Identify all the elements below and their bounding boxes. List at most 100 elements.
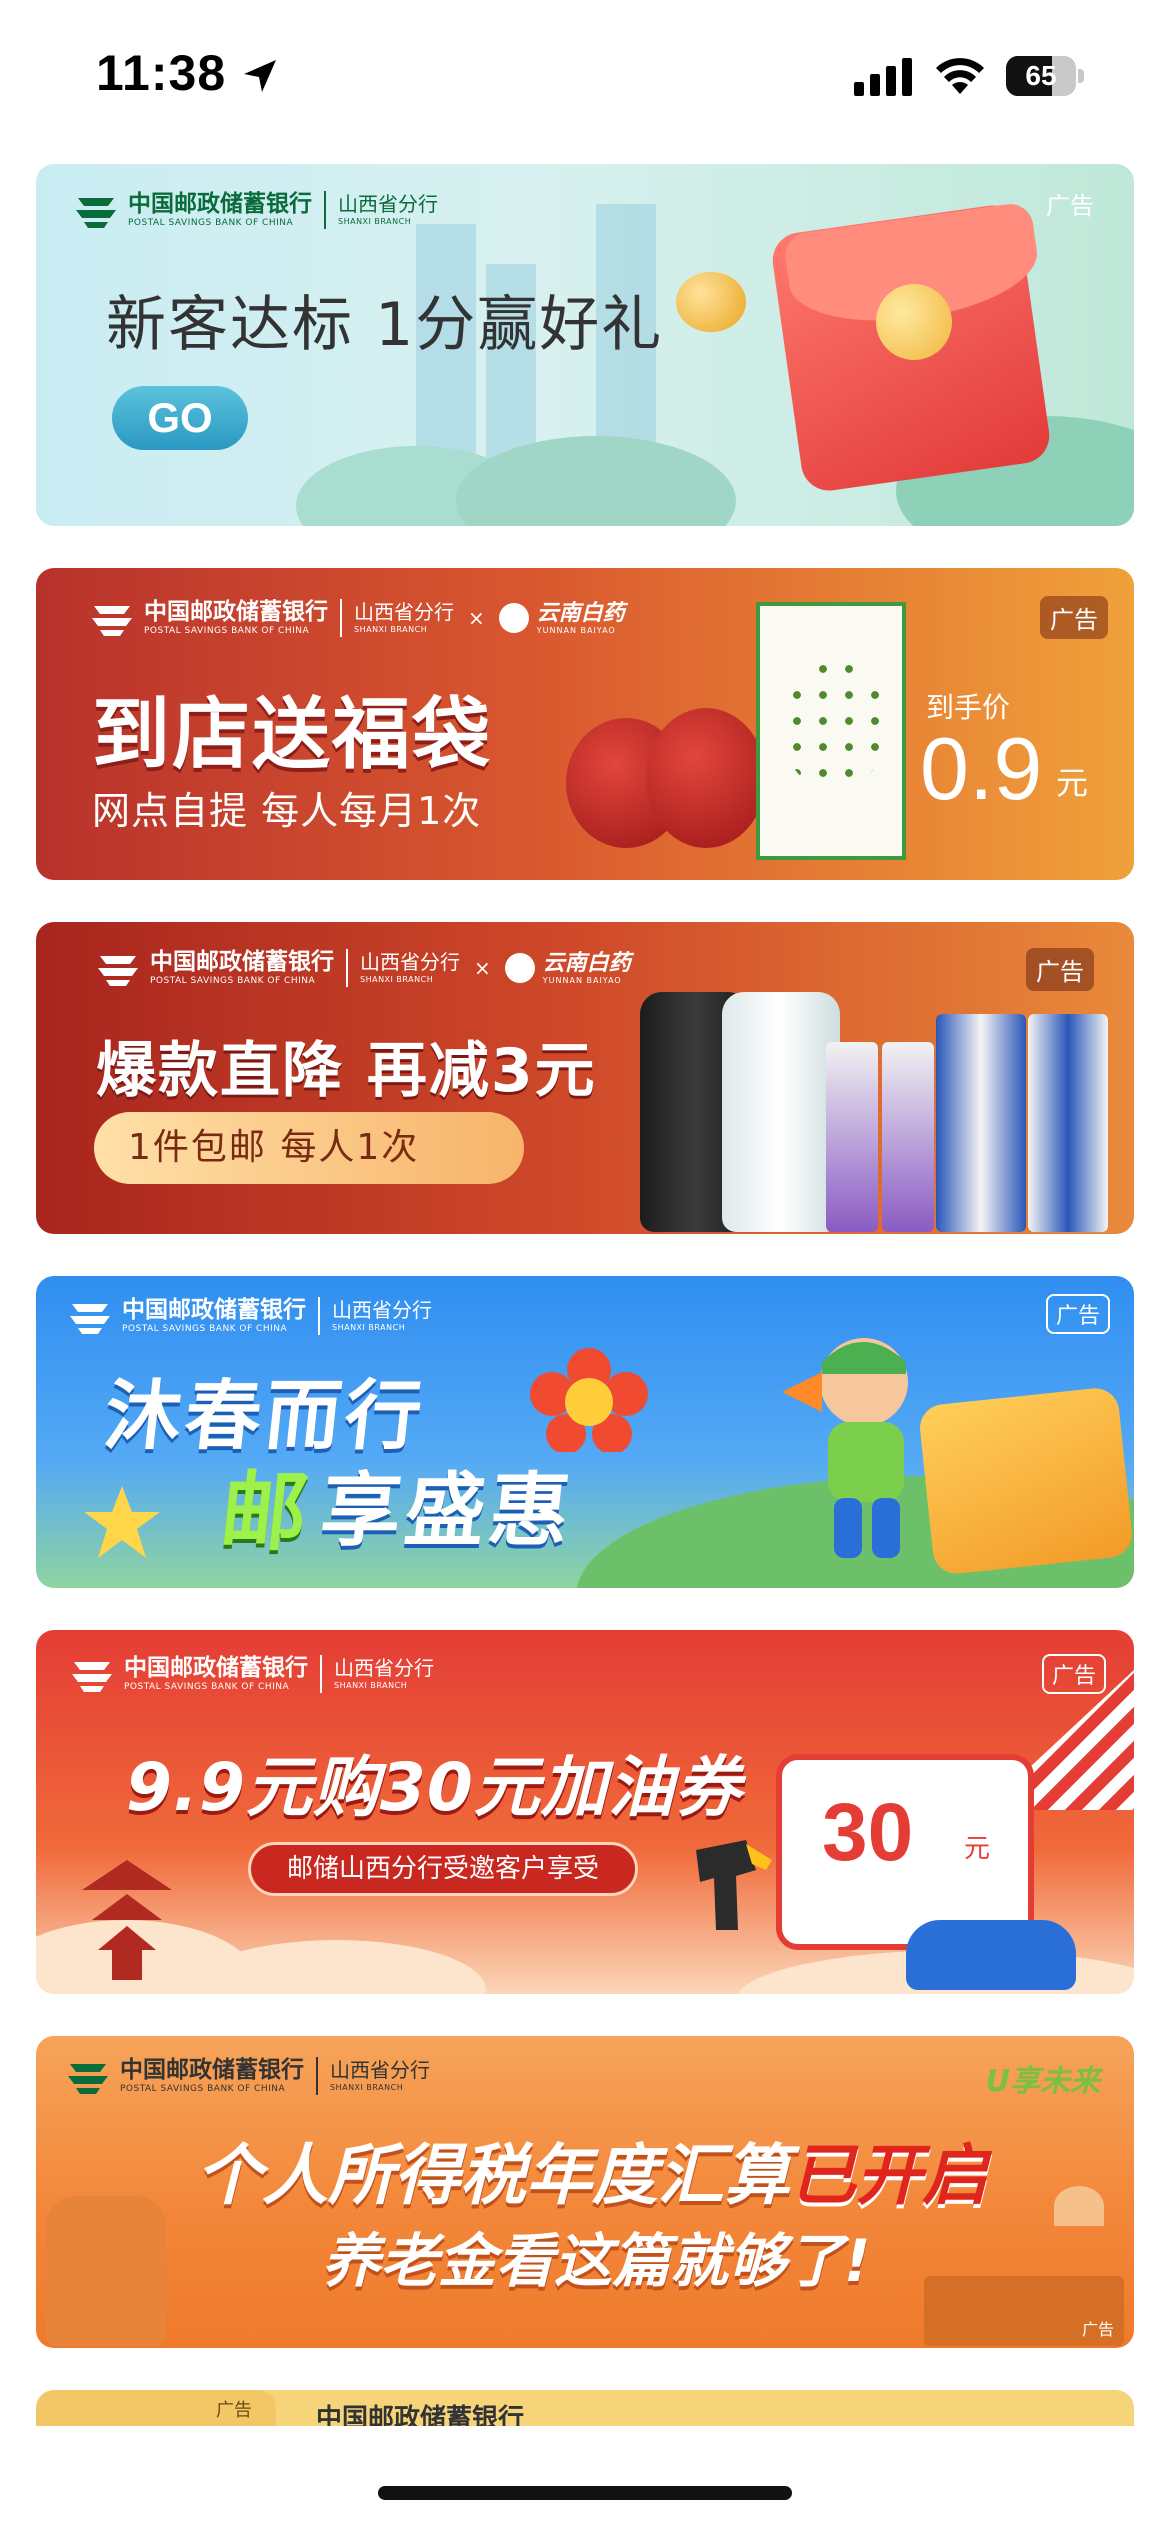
banner-fuel-coupon[interactable]: 中国邮政储蓄银行 POSTAL SAVINGS BANK OF CHINA 山西… [36, 1630, 1134, 1994]
banner-partial[interactable]: 广告 中国邮政储蓄银行 [36, 2390, 1134, 2430]
psbc-logo-icon [68, 2064, 108, 2094]
ad-tag: 广告 [1046, 192, 1094, 220]
shopping-bag-icon [917, 1386, 1134, 1576]
branch-name-en: SHANXI BRANCH [338, 217, 412, 226]
branch-name-en: SHANXI BRANCH [334, 1681, 408, 1690]
fuel-nozzle-icon [696, 1840, 772, 1930]
wifi-icon [936, 58, 984, 94]
partner-logo: × 云南白药 YUNNAN BAIYAO [468, 599, 625, 635]
bank-logo: 中国邮政储蓄银行 POSTAL SAVINGS BANK OF CHINA 山西… [90, 598, 625, 638]
cellular-signal-icon [854, 58, 912, 96]
psbc-logo-icon [70, 1304, 110, 1334]
star-icon [84, 1486, 160, 1558]
partner-name-cn: 云南白药 [536, 599, 625, 626]
banner-title-highlight: 已开启 [790, 2137, 988, 2214]
bank-name-en: POSTAL SAVINGS BANK OF CHINA [122, 1324, 288, 1334]
toothpaste-box-image [1028, 1014, 1108, 1232]
cartoon-mascot-image [782, 1338, 908, 1558]
banner-subtitle: 网点自提 每人每月1次 [92, 789, 482, 833]
psbc-logo-icon [98, 956, 138, 986]
toothpaste-box-image [936, 1014, 1026, 1232]
branch-name-en: SHANXI BRANCH [332, 1323, 406, 1332]
bank-logo: 中国邮政储蓄银行 POSTAL SAVINGS BANK OF CHINA 山西… [96, 948, 631, 988]
partner-logo: × 云南白药 YUNNAN BAIYAO [474, 949, 631, 985]
bank-logo: 中国邮政储蓄银行 POSTAL SAVINGS BANK OF CHINA 山西… [68, 1296, 432, 1336]
banner-lucky-bag[interactable]: 中国邮政储蓄银行 POSTAL SAVINGS BANK OF CHINA 山西… [36, 568, 1134, 880]
pagoda-icon [82, 1860, 172, 1980]
ad-tag: 广告 [1045, 1294, 1110, 1334]
banner-headline: 新客达标 1分赢好礼 [106, 290, 664, 360]
ad-tag: 广告 [1081, 2320, 1114, 2339]
status-bar: 11:38 65 [0, 0, 1170, 150]
lucky-bag-icon [646, 708, 766, 848]
price-unit: 元 [1056, 764, 1089, 802]
branch-name-cn: 山西省分行 [332, 1298, 432, 1322]
yunnan-baiyao-logo-icon [504, 953, 535, 983]
coupon-value: 30 [822, 1787, 914, 1878]
banner-price-drop[interactable]: 中国邮政储蓄银行 POSTAL SAVINGS BANK OF CHINA 山西… [36, 922, 1134, 1234]
bank-name-en: POSTAL SAVINGS BANK OF CHINA [144, 626, 310, 636]
bank-name-en: POSTAL SAVINGS BANK OF CHINA [150, 976, 316, 986]
bank-name-cn: 中国邮政储蓄银行 [150, 949, 334, 975]
bank-name-en: POSTAL SAVINGS BANK OF CHINA [120, 2084, 286, 2094]
bank-name-en: POSTAL SAVINGS BANK OF CHINA [124, 1682, 290, 1692]
branch-name-en: SHANXI BRANCH [360, 975, 434, 984]
branch-name-cn: 山西省分行 [330, 2058, 430, 2082]
banner-title-line1: 个人所得税年度汇算已开启 [196, 2137, 988, 2214]
banner-title-line2: 享盛惠 [316, 1464, 579, 1557]
ad-tag: 广告 [1041, 1654, 1106, 1694]
bank-name-cn: 中国邮政储蓄银行 [128, 191, 312, 217]
banner-tax-pension[interactable]: 中国邮政储蓄银行 POSTAL SAVINGS BANK OF CHINA 山西… [36, 2036, 1134, 2348]
yunnan-baiyao-logo-icon [498, 603, 529, 633]
branch-name-cn: 山西省分行 [338, 192, 438, 216]
banner-new-customer[interactable]: 中国邮政储蓄银行 POSTAL SAVINGS BANK OF CHINA 山西… [36, 164, 1134, 526]
branch-name-cn: 山西省分行 [354, 600, 454, 624]
bank-logo: 中国邮政储蓄银行 POSTAL SAVINGS BANK OF CHINA 山西… [74, 190, 438, 230]
partner-name-cn: 云南白药 [542, 949, 631, 976]
home-indicator[interactable] [378, 2486, 792, 2500]
banner-pill: 1件包邮 每人1次 [94, 1112, 524, 1184]
banner-pill: 邮储山西分行受邀客户享受 [248, 1842, 638, 1896]
branch-name-cn: 山西省分行 [360, 950, 460, 974]
bank-logo: 中国邮政储蓄银行 POSTAL SAVINGS BANK OF CHINA 山西… [70, 1654, 434, 1694]
bank-name-cn: 中国邮政储蓄银行 [144, 599, 328, 625]
shampoo-bottle-image [722, 992, 840, 1232]
banner-title: 爆款直降 再减3元 [96, 1036, 597, 1106]
chair-icon [46, 2196, 166, 2346]
flower-icon [530, 1348, 648, 1452]
price-value: 0.9 [920, 719, 1043, 818]
bank-name-cn: 中国邮政储蓄银行 [124, 1655, 308, 1681]
product-box-image [756, 602, 906, 860]
car-icon [906, 1920, 1076, 1990]
battery-percent: 65 [1025, 60, 1057, 91]
toothpaste-image [882, 1042, 934, 1232]
partner-name-en: YUNNAN BAIYAO [536, 625, 616, 635]
branch-name-en: SHANXI BRANCH [330, 2083, 404, 2092]
psbc-logo-icon [76, 198, 116, 228]
partner-name-en: YUNNAN BAIYAO [542, 975, 622, 985]
psbc-logo-icon [72, 1662, 112, 1692]
banner-title-highlight: 邮 [215, 1463, 313, 1563]
banner-title: 9.9元购30元加油券 [126, 1749, 742, 1826]
status-time: 11:38 [96, 45, 227, 101]
banner-title: 到店送福袋 [92, 690, 493, 780]
psbc-logo-icon [92, 606, 132, 636]
location-arrow-icon [244, 60, 276, 92]
branch-name-en: SHANXI BRANCH [354, 625, 428, 634]
battery-indicator: 65 [1006, 56, 1084, 96]
bank-logo: 中国邮政储蓄银行 POSTAL SAVINGS BANK OF CHINA 山西… [66, 2056, 430, 2096]
bank-name-cn: 中国邮政储蓄银行 [122, 1297, 306, 1323]
branch-name-cn: 山西省分行 [334, 1656, 434, 1680]
lamp-icon [1054, 2186, 1104, 2226]
ad-tag: 广告 [216, 2400, 252, 2421]
coupon-unit: 元 [964, 1834, 991, 1864]
u-future-brand-logo: U享未来 [985, 2064, 1100, 2099]
ad-tag: 广告 [1026, 948, 1094, 991]
banner-spring-promo[interactable]: 中国邮政储蓄银行 POSTAL SAVINGS BANK OF CHINA 山西… [36, 1276, 1134, 1588]
ad-tag: 广告 [1040, 596, 1108, 639]
gold-coin-icon [676, 272, 746, 332]
toothpaste-image [826, 1042, 878, 1232]
banner-title-line2: 养老金看这篇就够了! [322, 2227, 871, 2295]
bank-name-cn: 中国邮政储蓄银行 [120, 2057, 304, 2083]
go-button[interactable]: GO [112, 386, 248, 450]
